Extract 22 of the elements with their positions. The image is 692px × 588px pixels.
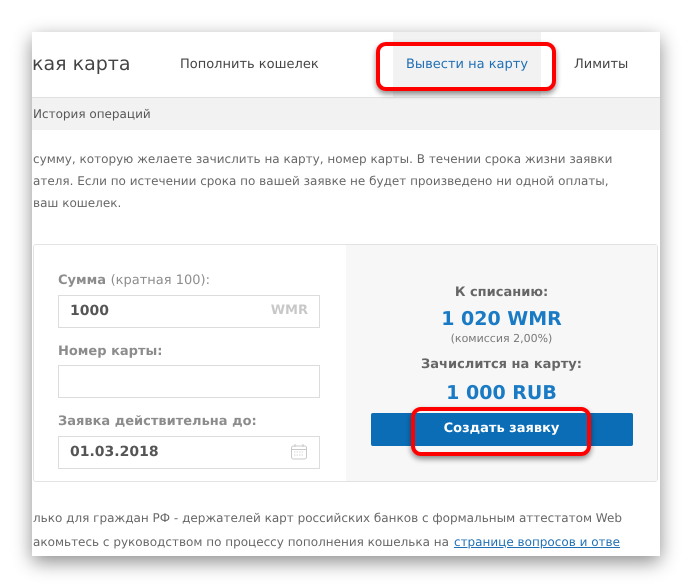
field-label: Номер карты: bbox=[58, 342, 162, 360]
nav-tab[interactable]: Пополнить кошелек bbox=[180, 32, 319, 97]
debit-amount: 1 020 WMR bbox=[441, 306, 562, 330]
subnav-link[interactable]: История операций bbox=[33, 105, 151, 123]
credit-label: Зачислится на карту: bbox=[421, 356, 582, 374]
debit-label: К списанию: bbox=[454, 284, 548, 302]
intro-text: сумму, которую желаете зачислить на карту, номер карты. В течении срока жизни заявки bbox=[33, 151, 612, 168]
create-request-button[interactable]: Создать заявку bbox=[370, 412, 632, 446]
intro-text: ателя. Если по истечении срока по вашей заявке не будет произведено ни одной оплаты, bbox=[33, 173, 609, 190]
nav-tab[interactable]: Лимиты bbox=[574, 32, 628, 97]
commission-note: (комиссия 2,00%) bbox=[450, 330, 552, 346]
credit-amount: 1 000 RUB bbox=[446, 380, 557, 406]
intro-text: ваш кошелек. bbox=[33, 195, 122, 212]
input-field[interactable] bbox=[58, 365, 320, 398]
faq-link[interactable]: странице вопросов и отве bbox=[454, 530, 620, 554]
calendar-icon[interactable] bbox=[290, 443, 308, 461]
field-label: Заявка действительна до: bbox=[58, 413, 257, 431]
date-field[interactable]: 01.03.2018 bbox=[58, 436, 320, 468]
info-text: акомьтесь с руководством по процессу пополнения кошелька на bbox=[33, 534, 449, 551]
info-text: лько для граждан РФ - держателей карт российских банков с формальным аттестатом Web bbox=[33, 510, 622, 527]
page-title: кая карта bbox=[32, 52, 132, 78]
field-label: Сумма (кратная 100): bbox=[58, 272, 210, 290]
